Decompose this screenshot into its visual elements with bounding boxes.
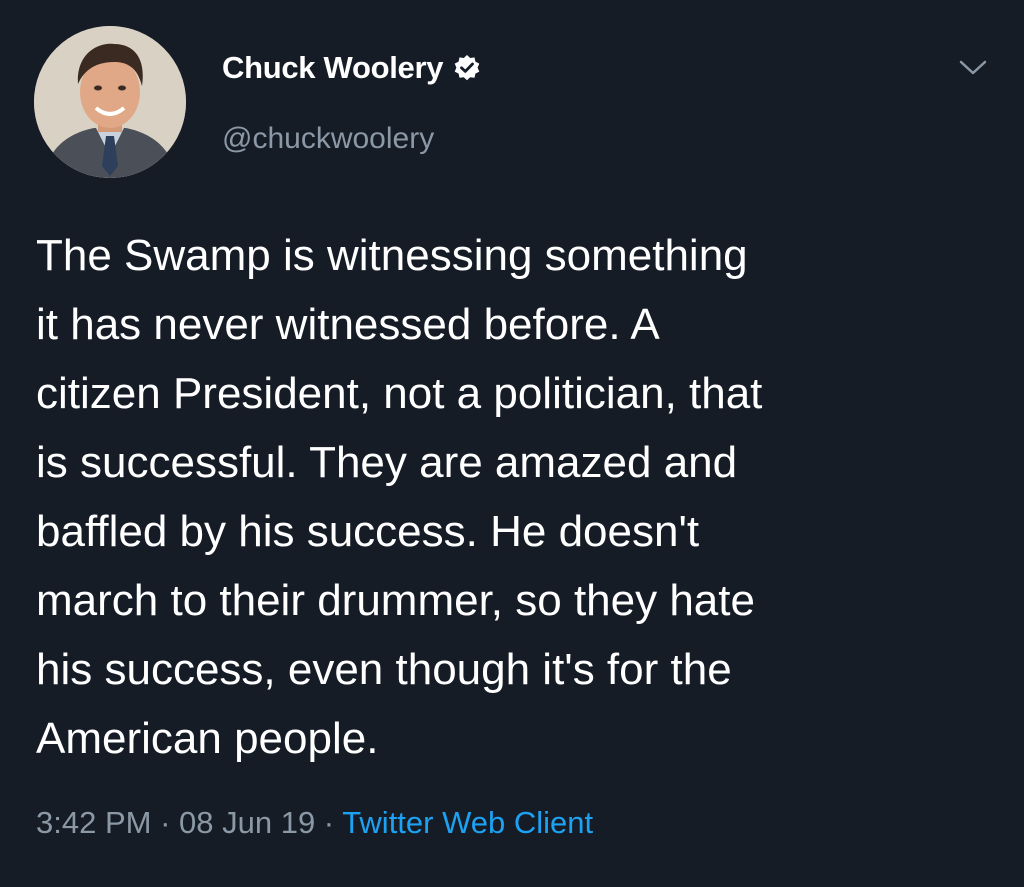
tweet-metadata: 3:42 PM · 08 Jun 19 · Twitter Web Client <box>36 805 593 841</box>
tweet-text-line: it has never witnessed before. A <box>36 300 660 349</box>
author-name-row: Chuck Woolery <box>222 50 481 86</box>
meta-separator: · <box>151 805 180 840</box>
tweet-text-line: is successful. They are amazed and <box>36 438 738 487</box>
tweet-text-line: The Swamp is witnessing something <box>36 231 748 280</box>
tweet-text-line: baffled by his success. He doesn't <box>36 507 700 556</box>
verified-badge-icon <box>453 54 481 82</box>
tweet-card: Chuck Woolery @chuckwoolery The Swamp is… <box>0 0 1024 887</box>
profile-photo-icon <box>34 26 186 178</box>
tweet-text-line: citizen President, not a politician, tha… <box>36 369 763 418</box>
tweet-date[interactable]: 08 Jun 19 <box>179 805 315 840</box>
meta-separator: · <box>315 805 343 840</box>
avatar[interactable] <box>34 26 186 178</box>
tweet-text-line: American people. <box>36 714 379 763</box>
tweet-source-link[interactable]: Twitter Web Client <box>342 805 593 840</box>
display-name[interactable]: Chuck Woolery <box>222 50 443 86</box>
chevron-down-icon[interactable] <box>958 58 988 78</box>
tweet-time[interactable]: 3:42 PM <box>36 805 151 840</box>
tweet-text: The Swamp is witnessing something it has… <box>36 221 996 773</box>
username-handle[interactable]: @chuckwoolery <box>222 122 434 156</box>
tweet-text-line: march to their drummer, so they hate <box>36 576 755 625</box>
tweet-text-line: his success, even though it's for the <box>36 645 732 694</box>
